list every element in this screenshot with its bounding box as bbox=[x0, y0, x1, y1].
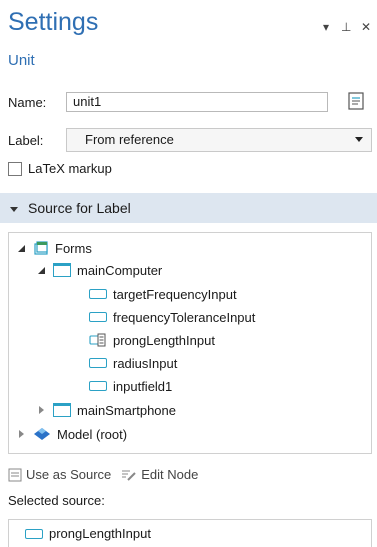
expand-triangle-icon[interactable] bbox=[17, 243, 27, 253]
close-icon[interactable]: ✕ bbox=[361, 20, 371, 34]
edit-node-label: Edit Node bbox=[141, 467, 199, 482]
input-field-icon bbox=[89, 381, 107, 391]
tree-node-label: radiusInput bbox=[113, 355, 178, 371]
edit-node-icon bbox=[122, 470, 136, 481]
tree-node-label: Forms bbox=[55, 240, 92, 256]
document-icon bbox=[348, 92, 364, 110]
section-source-for-label[interactable]: Source for Label bbox=[0, 193, 377, 223]
input-field-icon bbox=[89, 358, 107, 368]
label-label: Label: bbox=[8, 133, 44, 148]
latex-markup-label: LaTeX markup bbox=[28, 161, 112, 176]
use-as-source-label: Use as Source bbox=[26, 467, 112, 482]
form-folder-icon bbox=[53, 403, 71, 417]
tree-node-label: frequencyToleranceInput bbox=[113, 309, 256, 325]
tree-node-label: mainSmartphone bbox=[77, 402, 176, 418]
panel-title: Settings bbox=[8, 8, 99, 36]
edit-node-button[interactable]: Edit Node bbox=[121, 467, 198, 482]
forms-icon bbox=[34, 241, 48, 255]
tree-toolbar: Use as Source Edit Node bbox=[8, 467, 198, 482]
chevron-down-icon bbox=[355, 137, 363, 142]
tree-node-frequency-tolerance-input[interactable]: frequencyToleranceInput bbox=[89, 306, 255, 328]
pin-icon[interactable]: ⊥ bbox=[341, 20, 351, 34]
latex-markup-row[interactable]: LaTeX markup bbox=[8, 161, 112, 176]
tree-node-label: inputfield1 bbox=[113, 378, 173, 394]
tree-node-target-frequency-input[interactable]: targetFrequencyInput bbox=[89, 283, 237, 305]
selected-source-label: Selected source: bbox=[8, 493, 105, 508]
input-field-icon bbox=[25, 528, 43, 539]
window-controls: ▾ ⊥ ✕ bbox=[321, 20, 371, 34]
label-select[interactable]: From reference bbox=[66, 128, 372, 152]
tree-node-forms[interactable]: Forms bbox=[17, 237, 92, 259]
latex-markup-checkbox[interactable] bbox=[8, 161, 22, 176]
collapsed-triangle-icon[interactable] bbox=[17, 429, 27, 439]
tree-node-prong-length-input[interactable]: prongLengthInput bbox=[89, 329, 215, 351]
use-as-source-button[interactable]: Use as Source bbox=[8, 467, 111, 482]
tree-node-label: mainComputer bbox=[77, 262, 163, 278]
selected-source-value: prongLengthInput bbox=[49, 526, 151, 541]
tree-node-label: prongLengthInput bbox=[113, 332, 215, 348]
panel-subtitle: Unit bbox=[8, 52, 35, 69]
dropdown-menu-icon[interactable]: ▾ bbox=[321, 20, 331, 34]
use-as-source-icon bbox=[8, 468, 22, 481]
input-field-icon bbox=[89, 289, 107, 299]
model-icon bbox=[34, 428, 50, 440]
input-field-list-icon bbox=[89, 333, 106, 347]
label-select-value: From reference bbox=[85, 132, 174, 147]
name-input[interactable]: unit1 bbox=[66, 92, 328, 112]
tree-node-model-root[interactable]: Model (root) bbox=[17, 423, 127, 445]
form-folder-icon bbox=[53, 263, 71, 277]
tree-node-radius-input[interactable]: radiusInput bbox=[89, 352, 177, 374]
collapsed-triangle-icon[interactable] bbox=[37, 405, 47, 415]
name-edit-button[interactable] bbox=[345, 90, 367, 112]
name-label: Name: bbox=[8, 95, 47, 110]
selected-source-field: prongLengthInput bbox=[8, 519, 372, 547]
tree-node-label: targetFrequencyInput bbox=[113, 286, 237, 302]
tree-node-main-computer[interactable]: mainComputer bbox=[37, 259, 162, 281]
tree-node-label: Model (root) bbox=[57, 426, 128, 442]
tree-node-main-smartphone[interactable]: mainSmartphone bbox=[37, 399, 176, 421]
source-tree[interactable]: Forms mainComputer targetFrequencyInput … bbox=[8, 232, 372, 454]
input-field-icon bbox=[89, 312, 107, 322]
tree-node-inputfield1[interactable]: inputfield1 bbox=[89, 375, 172, 397]
expand-triangle-icon[interactable] bbox=[37, 265, 47, 275]
collapse-triangle-icon bbox=[10, 206, 18, 212]
section-title: Source for Label bbox=[28, 200, 131, 216]
